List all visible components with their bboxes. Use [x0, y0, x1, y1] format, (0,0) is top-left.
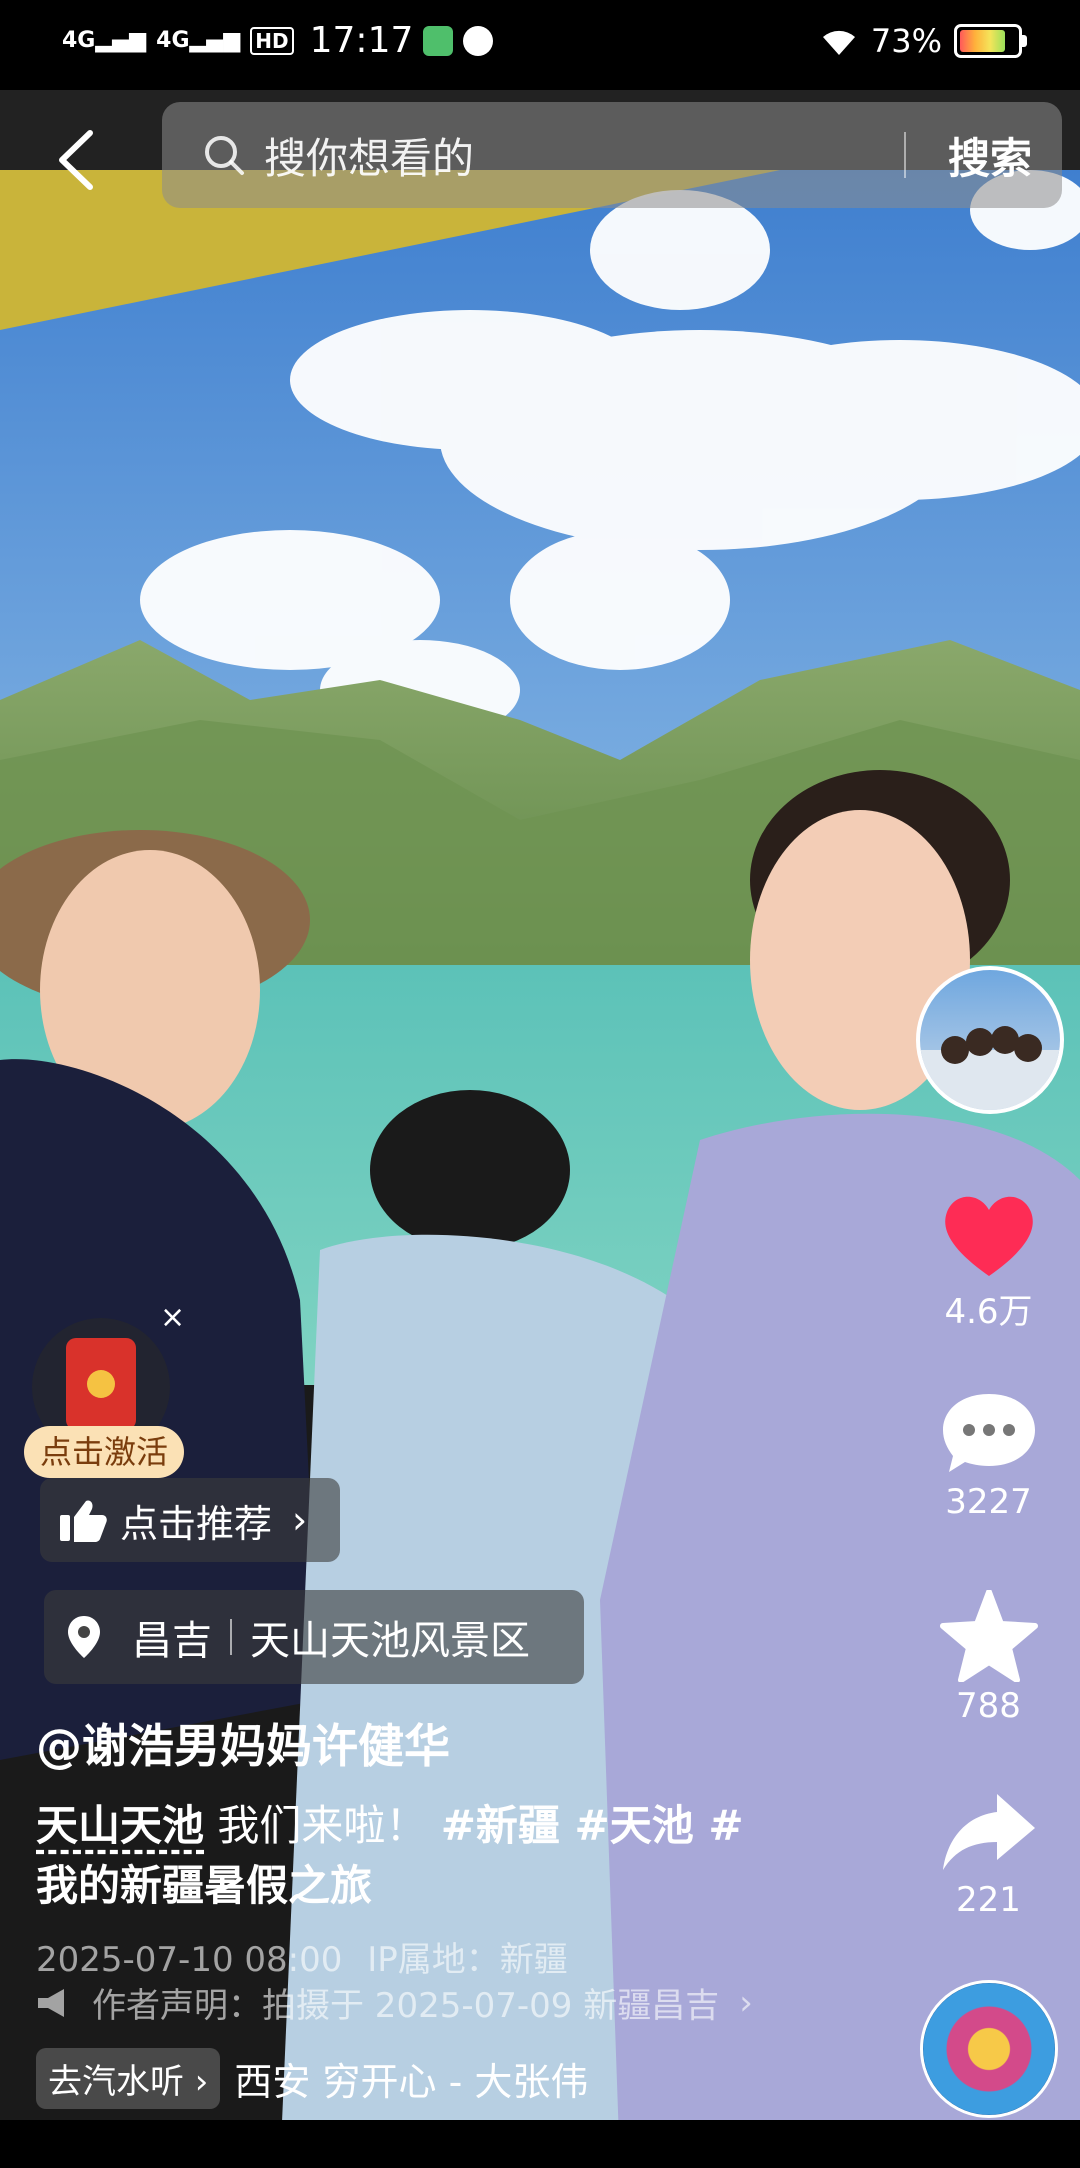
share-count: 221 — [956, 1880, 1021, 1920]
message-notification-icon — [463, 25, 494, 56]
search-input[interactable]: 搜你想看的 — [264, 125, 474, 186]
place-link[interactable]: 天山天池 — [36, 1801, 204, 1850]
signal-2-indicator: 4G▂▄▆ — [156, 27, 241, 53]
search-icon — [205, 136, 244, 175]
comment-icon — [942, 1394, 1035, 1472]
share-arrow-icon — [942, 1794, 1035, 1870]
music-disc-icon[interactable] — [920, 1980, 1058, 2118]
signal-1-indicator: 4G▂▄▆ — [62, 27, 147, 53]
coin-icon — [87, 1370, 115, 1398]
search-button[interactable]: 搜索 — [948, 125, 1032, 186]
location-city: 昌吉 — [132, 1618, 212, 1664]
ip-location: IP属地：新疆 — [367, 1940, 568, 1980]
status-bar: 4G▂▄▆ 4G▂▄▆ HD 17:17 73% — [0, 0, 1080, 90]
close-icon[interactable]: × — [160, 1300, 185, 1335]
music-bar[interactable]: 去汽水听 › 西安 穷开心 - 大张伟 — [36, 2048, 588, 2109]
declaration-text: 作者声明：拍摄于 2025-07-09 新疆昌吉 — [92, 1986, 720, 2026]
listen-in-app-button[interactable]: 去汽水听 › — [36, 2048, 221, 2109]
author-name[interactable]: @谢浩男妈妈许健华 — [36, 1710, 450, 1776]
location-divider — [230, 1619, 232, 1655]
post-description: 天山天池 我们来啦！ #新疆 #天池 # 我的新疆暑假之旅 — [36, 1796, 816, 1916]
like-count: 4.6万 — [944, 1292, 1033, 1332]
star-icon — [939, 1589, 1038, 1683]
wifi-icon — [822, 30, 855, 55]
share-action[interactable]: 221 — [916, 1790, 1061, 1920]
megaphone-icon — [38, 1988, 64, 2017]
post-datetime: 2025-07-10 08:00 — [36, 1940, 343, 1980]
location-place: 天山天池风景区 — [250, 1618, 530, 1664]
thumbs-up-icon — [60, 1500, 107, 1542]
back-arrow-icon[interactable] — [50, 125, 110, 195]
avatar-image — [920, 1026, 1060, 1110]
recommend-button[interactable]: 点击推荐 › — [40, 1478, 340, 1562]
comment-count: 3227 — [945, 1482, 1032, 1522]
caption-text: 我们来啦！ — [204, 1801, 441, 1850]
chevron-right-icon: › — [292, 1498, 308, 1542]
search-bar[interactable]: 搜你想看的 搜索 — [162, 102, 1062, 208]
app-notification-icon — [423, 25, 454, 56]
search-divider — [904, 132, 906, 178]
favorite-action[interactable]: 788 — [916, 1589, 1061, 1726]
favorite-count: 788 — [956, 1686, 1021, 1726]
post-meta: 2025-07-10 08:00 IP属地：新疆 — [36, 1932, 568, 1981]
music-title: 西安 穷开心 - 大张伟 — [234, 2060, 589, 2104]
location-tag[interactable]: 昌吉 天山天池风景区 — [44, 1590, 584, 1684]
author-declaration[interactable]: 作者声明：拍摄于 2025-07-09 新疆昌吉 › — [36, 1978, 753, 2027]
hashtags[interactable]: #新疆 #天池 # — [441, 1801, 744, 1850]
activate-button[interactable]: 点击激活 — [24, 1426, 185, 1478]
hashtag-line2[interactable]: 我的新疆暑假之旅 — [36, 1861, 372, 1910]
chevron-right-icon: › — [739, 1982, 753, 2023]
comment-action[interactable]: 3227 — [916, 1388, 1061, 1522]
location-pin-icon — [68, 1616, 100, 1658]
hd-badge: HD — [250, 26, 294, 55]
battery-percent: 73% — [870, 22, 942, 60]
clock: 17:17 — [309, 20, 414, 61]
bottom-bar — [0, 2120, 1080, 2168]
author-avatar[interactable] — [916, 966, 1064, 1114]
heart-icon — [944, 1196, 1033, 1276]
recommend-label: 点击推荐 — [120, 1501, 273, 1546]
battery-icon — [954, 24, 1027, 58]
like-action[interactable]: 4.6万 — [916, 1190, 1061, 1333]
